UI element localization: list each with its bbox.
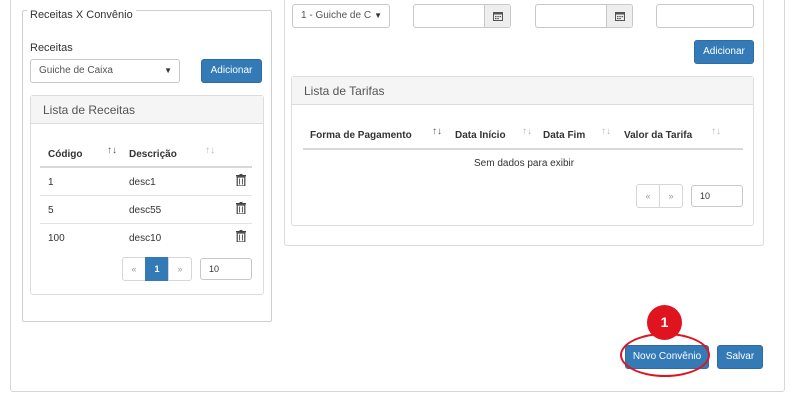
lista-receitas-title: Lista de Receitas	[31, 96, 263, 124]
col-data-inicio-header[interactable]: Data Início	[455, 130, 506, 141]
chevron-down-icon: ▼	[374, 11, 382, 20]
table-header-divider	[40, 166, 252, 168]
col-valor-tarifa-header[interactable]: Valor da Tarifa	[624, 130, 692, 141]
pagination-prev[interactable]: «	[636, 184, 660, 208]
row-codigo: 1	[48, 177, 54, 188]
table-header-divider	[303, 148, 743, 150]
calendar-button[interactable]	[484, 5, 510, 27]
row-divider	[40, 223, 252, 224]
trash-icon[interactable]	[236, 230, 246, 242]
empty-table-message: Sem dados para exibir	[474, 158, 575, 169]
trash-icon[interactable]	[236, 174, 246, 186]
row-codigo: 5	[48, 205, 54, 216]
col-data-fim-header[interactable]: Data Fim	[543, 130, 585, 141]
add-receita-button[interactable]: Adicionar	[201, 59, 262, 83]
row-codigo: 100	[48, 233, 65, 244]
col-codigo-header[interactable]: Código	[48, 149, 82, 160]
sort-icon[interactable]: ↑↓	[601, 126, 611, 137]
receitas-select-value: Guiche de Caixa	[39, 65, 113, 76]
step-badge: 1	[647, 305, 682, 340]
receita-convenio-select[interactable]: 1 - Guiche de C ▼	[292, 4, 390, 28]
row-divider	[40, 195, 252, 196]
pagination-page-1[interactable]: 1	[145, 257, 169, 281]
sort-icon[interactable]: ↑↓	[432, 126, 442, 137]
salvar-button[interactable]: Salvar	[717, 345, 763, 369]
trash-icon[interactable]	[236, 202, 246, 214]
page-size-input[interactable]: 10	[691, 185, 743, 207]
sort-icon[interactable]: ↑↓	[522, 126, 532, 137]
calendar-button[interactable]	[606, 5, 632, 27]
col-forma-pagamento-header[interactable]: Forma de Pagamento	[310, 130, 412, 141]
row-descricao: desc10	[129, 233, 162, 244]
chevron-down-icon: ▼	[164, 66, 172, 75]
sort-icon[interactable]: ↑↓	[205, 145, 215, 156]
row-descricao: desc1	[129, 177, 156, 188]
pagination-next[interactable]: »	[168, 257, 192, 281]
receitas-select[interactable]: Guiche de Caixa ▼	[30, 59, 180, 83]
sort-icon[interactable]: ↑↓	[711, 126, 721, 137]
data-fim-input[interactable]	[535, 4, 633, 28]
calendar-icon	[493, 12, 503, 21]
valor-tarifa-input[interactable]	[656, 4, 754, 28]
receitas-fieldset-legend: Receitas X Convênio	[27, 9, 136, 21]
row-descricao: desc55	[129, 205, 162, 216]
pagination-prev[interactable]: «	[122, 257, 146, 281]
page-size-input[interactable]: 10	[200, 258, 252, 280]
receitas-label: Receitas	[30, 42, 73, 54]
lista-tarifas-title: Lista de Tarifas	[292, 77, 753, 105]
lista-tarifas-panel: Lista de Tarifas	[291, 76, 754, 226]
data-inicio-input[interactable]	[413, 4, 511, 28]
add-tarifa-button[interactable]: Adicionar	[694, 40, 754, 64]
sort-icon[interactable]: ↑↓	[107, 145, 117, 156]
pagination-next[interactable]: »	[659, 184, 683, 208]
col-descricao-header[interactable]: Descrição	[129, 149, 177, 160]
calendar-icon	[615, 12, 625, 21]
receita-convenio-select-value: 1 - Guiche de C	[301, 10, 372, 21]
